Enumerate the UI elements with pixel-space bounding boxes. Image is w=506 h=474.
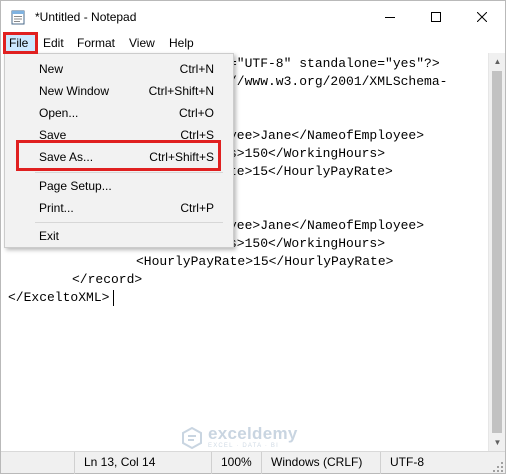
resize-grip-icon[interactable] bbox=[493, 461, 503, 472]
editor-line: </record> bbox=[72, 272, 143, 287]
maximize-icon bbox=[431, 10, 441, 25]
menu-help[interactable]: Help bbox=[164, 33, 199, 53]
menu-format[interactable]: Format bbox=[72, 33, 120, 53]
maximize-button[interactable] bbox=[413, 1, 459, 33]
scroll-up-icon: ▲ bbox=[493, 57, 502, 66]
menu-item-label: Page Setup... bbox=[39, 179, 112, 193]
status-zoom: 100% bbox=[211, 452, 261, 474]
menu-item-label: Open... bbox=[39, 106, 79, 120]
menu-item-open[interactable]: Open... Ctrl+O bbox=[6, 102, 232, 124]
menu-bar: File Edit Format View Help bbox=[1, 33, 505, 53]
menu-item-label: Print... bbox=[39, 201, 74, 215]
menu-item-save[interactable]: Save Ctrl+S bbox=[6, 124, 232, 146]
menu-item-shortcut: Ctrl+N bbox=[179, 62, 214, 76]
minimize-button[interactable] bbox=[367, 1, 413, 33]
title-bar: *Untitled - Notepad bbox=[1, 1, 505, 33]
menu-item-exit[interactable]: Exit bbox=[6, 225, 232, 247]
scroll-down-icon: ▼ bbox=[493, 438, 502, 447]
menu-edit[interactable]: Edit bbox=[38, 33, 69, 53]
scroll-up-button[interactable]: ▲ bbox=[489, 53, 506, 70]
menu-item-new-window[interactable]: New Window Ctrl+Shift+N bbox=[6, 80, 232, 102]
watermark-text: exceldemy EXCEL · DATA · BI bbox=[208, 425, 298, 450]
editor-line: s>150</WorkingHours> bbox=[229, 146, 386, 161]
notepad-app-icon bbox=[10, 9, 26, 25]
menu-item-save-as[interactable]: Save As... Ctrl+Shift+S bbox=[6, 146, 232, 168]
editor-line: ="UTF-8" standalone="yes"?> bbox=[229, 56, 440, 71]
window-title: *Untitled - Notepad bbox=[35, 10, 137, 24]
menu-item-print[interactable]: Print... Ctrl+P bbox=[6, 197, 232, 219]
menu-item-new[interactable]: New Ctrl+N bbox=[6, 58, 232, 80]
menu-separator bbox=[35, 222, 223, 223]
vertical-scrollbar[interactable]: ▲ ▼ bbox=[488, 53, 505, 451]
menu-item-label: Save As... bbox=[39, 150, 94, 164]
menu-separator bbox=[35, 172, 223, 173]
menu-item-page-setup[interactable]: Page Setup... bbox=[6, 175, 232, 197]
menu-item-label: New Window bbox=[39, 84, 110, 98]
editor-line: te>15</HourlyPayRate> bbox=[229, 164, 393, 179]
scroll-down-button[interactable]: ▼ bbox=[489, 434, 506, 451]
menu-item-shortcut: Ctrl+P bbox=[180, 201, 214, 215]
status-bar: Ln 13, Col 14 100% Windows (CRLF) UTF-8 bbox=[1, 451, 505, 474]
menu-item-label: Exit bbox=[39, 229, 60, 243]
watermark-name: exceldemy bbox=[208, 424, 298, 443]
close-button[interactable] bbox=[459, 1, 505, 33]
scroll-thumb[interactable] bbox=[492, 71, 502, 433]
editor-line: yee>Jane</NameofEmployee> bbox=[229, 128, 425, 143]
exceldemy-logo-icon bbox=[181, 426, 203, 449]
file-dropdown-menu: New Ctrl+N New Window Ctrl+Shift+N Open.… bbox=[4, 53, 234, 248]
menu-item-shortcut: Ctrl+O bbox=[178, 106, 214, 120]
menu-item-shortcut: Ctrl+Shift+S bbox=[149, 150, 214, 164]
editor-line: </ExceltoXML> bbox=[8, 290, 110, 305]
editor-line: <HourlyPayRate>15</HourlyPayRate> bbox=[136, 254, 394, 269]
close-icon bbox=[476, 10, 488, 25]
editor-line: //www.w3.org/2001/XMLSchema- bbox=[229, 74, 448, 89]
status-cursor-position: Ln 13, Col 14 bbox=[74, 452, 211, 474]
menu-view[interactable]: View bbox=[124, 33, 160, 53]
status-line-ending: Windows (CRLF) bbox=[261, 452, 380, 474]
menu-file[interactable]: File bbox=[4, 33, 37, 53]
watermark-tagline: EXCEL · DATA · BI bbox=[208, 443, 279, 449]
exceldemy-watermark: exceldemy EXCEL · DATA · BI bbox=[181, 425, 298, 450]
text-caret bbox=[113, 290, 114, 306]
minimize-icon bbox=[385, 10, 395, 25]
menu-item-label: Save bbox=[39, 128, 67, 142]
editor-line: s>150</WorkingHours> bbox=[229, 236, 386, 251]
editor-line: yee>Jane</NameofEmployee> bbox=[229, 218, 425, 233]
menu-item-shortcut: Ctrl+S bbox=[180, 128, 214, 142]
notepad-window: *Untitled - Notepad File Edit Format Vie… bbox=[0, 0, 506, 474]
status-encoding: UTF-8 bbox=[380, 452, 505, 474]
menu-item-label: New bbox=[39, 62, 64, 76]
menu-item-shortcut: Ctrl+Shift+N bbox=[148, 84, 214, 98]
